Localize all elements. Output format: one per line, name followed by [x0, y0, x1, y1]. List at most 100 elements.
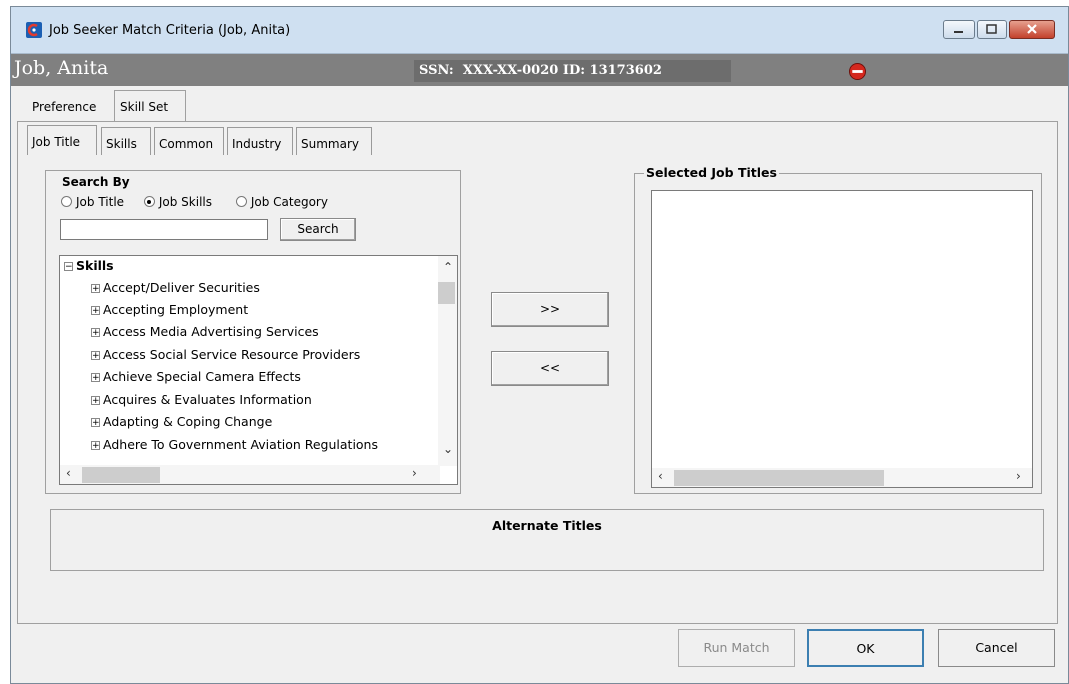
- tree-item[interactable]: + Achieve Special Camera Effects: [91, 369, 301, 391]
- tree-item-label: Adapting & Coping Change: [103, 414, 273, 429]
- scroll-left-icon[interactable]: ‹: [66, 466, 71, 480]
- add-title-button[interactable]: >>: [491, 292, 609, 327]
- button-label: Cancel: [975, 640, 1018, 655]
- tab-skills[interactable]: Skills: [101, 127, 151, 155]
- minimize-icon: [954, 31, 963, 33]
- expand-icon[interactable]: +: [91, 418, 100, 428]
- selected-job-titles-list[interactable]: ‹ ›: [651, 190, 1033, 488]
- button-label: <<: [539, 361, 561, 375]
- scroll-thumb[interactable]: [438, 282, 455, 304]
- selected-job-titles-label: Selected Job Titles: [644, 165, 779, 180]
- tab-label: Summary: [301, 137, 359, 151]
- radio-job-category[interactable]: Job Category: [235, 195, 328, 209]
- skills-tree[interactable]: − Skills + Accept/Deliver Securities + Acce…: [59, 255, 458, 485]
- tab-label: Preference: [32, 100, 97, 114]
- tab-label: Common: [159, 137, 214, 151]
- tree-item-label: Accept/Deliver Securities: [103, 280, 260, 295]
- ssn-label: SSN:: [419, 63, 454, 78]
- search-by-label: Search By: [60, 175, 132, 189]
- radio-label: Job Title: [76, 195, 125, 209]
- tree-item[interactable]: + Adhere To Government Aviation Regulatio…: [91, 437, 378, 459]
- radio-icon: [235, 196, 247, 207]
- button-label: Run Match: [703, 640, 770, 655]
- radio-label: Job Category: [250, 195, 328, 209]
- tree-item-label: Achieve Special Camera Effects: [103, 369, 301, 384]
- id-value: 13173602: [589, 63, 662, 78]
- tab-summary[interactable]: Summary: [296, 127, 372, 155]
- close-icon: [1027, 24, 1037, 34]
- scroll-right-icon[interactable]: ›: [1016, 469, 1021, 483]
- button-label: Search: [297, 222, 339, 236]
- button-label: OK: [856, 641, 875, 656]
- tree-root[interactable]: − Skills: [64, 258, 114, 280]
- tab-label: Job Title: [32, 135, 81, 149]
- radio-label: Job Skills: [158, 195, 212, 209]
- tree-item-label: Acquires & Evaluates Information: [103, 392, 312, 407]
- alternate-titles-label: Alternate Titles: [492, 518, 602, 533]
- radio-icon: [61, 196, 72, 207]
- title-bar: Job Seeker Match Criteria (Job, Anita): [11, 7, 1068, 54]
- tab-preference[interactable]: Preference: [26, 95, 112, 120]
- search-input[interactable]: [60, 219, 268, 240]
- tab-label: Skills: [106, 137, 137, 151]
- tab-label: Skill Set: [120, 100, 169, 114]
- list-horizontal-scrollbar[interactable]: ‹ ›: [652, 468, 1032, 487]
- expand-icon[interactable]: +: [91, 396, 100, 406]
- button-label: >>: [539, 302, 561, 316]
- tree-item[interactable]: + Acquires & Evaluates Information: [91, 392, 312, 414]
- minimize-button[interactable]: [943, 20, 975, 39]
- tab-industry[interactable]: Industry: [227, 127, 293, 155]
- tree-item[interactable]: + Adapting & Coping Change: [91, 414, 272, 436]
- tree-root-label: Skills: [76, 258, 114, 273]
- radio-job-skills[interactable]: Job Skills: [143, 195, 212, 209]
- tab-job-title[interactable]: Job Title: [27, 125, 97, 155]
- maximize-button[interactable]: [977, 20, 1007, 39]
- expand-icon[interactable]: +: [91, 351, 100, 361]
- search-button[interactable]: Search: [280, 218, 356, 241]
- alternate-titles-box: Alternate Titles: [50, 509, 1044, 571]
- tree-item[interactable]: + Access Social Service Resource Provider…: [91, 347, 360, 369]
- radio-selected-icon: [143, 196, 155, 207]
- search-type-options: Job Title Job Skills Job Category: [61, 195, 328, 209]
- expand-icon[interactable]: +: [91, 306, 100, 316]
- tab-skill-set[interactable]: Skill Set: [114, 90, 186, 122]
- ssn-id-text: SSN: XXX-XX-0020 ID: 13173602: [419, 63, 662, 78]
- tree-item-label: Access Media Advertising Services: [103, 324, 319, 339]
- seeker-name: Job, Anita: [14, 57, 109, 79]
- scroll-thumb[interactable]: [82, 467, 160, 483]
- tab-common[interactable]: Common: [154, 127, 224, 155]
- ssn-value: XXX-XX-0020: [462, 63, 559, 78]
- tree-item-label: Adhere To Government Aviation Regulation…: [103, 437, 378, 452]
- collapse-icon[interactable]: −: [64, 262, 73, 272]
- remove-title-button[interactable]: <<: [491, 351, 609, 386]
- ok-button[interactable]: OK: [807, 629, 924, 667]
- cancel-button[interactable]: Cancel: [938, 629, 1055, 667]
- expand-icon[interactable]: +: [91, 284, 100, 294]
- run-match-button[interactable]: Run Match: [678, 629, 795, 667]
- tree-item[interactable]: + Accepting Employment: [91, 302, 248, 324]
- tree-item-label: Access Social Service Resource Providers: [103, 347, 361, 362]
- app-logo-icon: [26, 22, 42, 38]
- scroll-right-icon[interactable]: ›: [412, 466, 417, 480]
- scroll-thumb[interactable]: [674, 470, 884, 486]
- scroll-left-icon[interactable]: ‹: [658, 469, 663, 483]
- tree-horizontal-scrollbar[interactable]: ‹ ›: [60, 465, 440, 484]
- tree-item[interactable]: + Accept/Deliver Securities: [91, 280, 260, 302]
- maximize-icon: [986, 24, 997, 34]
- expand-icon[interactable]: +: [91, 441, 100, 451]
- expand-icon[interactable]: +: [91, 328, 100, 338]
- seeker-header: Job, Anita SSN: XXX-XX-0020 ID: 13173602: [11, 54, 1068, 86]
- scroll-up-icon[interactable]: ⌃: [443, 260, 453, 274]
- expand-icon[interactable]: +: [91, 373, 100, 383]
- window-title: Job Seeker Match Criteria (Job, Anita): [49, 23, 291, 38]
- radio-job-title[interactable]: Job Title: [61, 195, 124, 209]
- stop-icon[interactable]: [849, 63, 866, 80]
- scroll-down-icon[interactable]: ⌄: [443, 442, 453, 456]
- id-label: ID:: [562, 63, 586, 78]
- tree-item[interactable]: + Access Media Advertising Services: [91, 324, 319, 346]
- match-criteria-window: Job Seeker Match Criteria (Job, Anita) J…: [10, 6, 1069, 684]
- tree-vertical-scrollbar[interactable]: ⌃ ⌄: [438, 256, 457, 466]
- close-button[interactable]: [1009, 20, 1055, 39]
- tab-label: Industry: [232, 137, 282, 151]
- tree-item-label: Accepting Employment: [103, 302, 249, 317]
